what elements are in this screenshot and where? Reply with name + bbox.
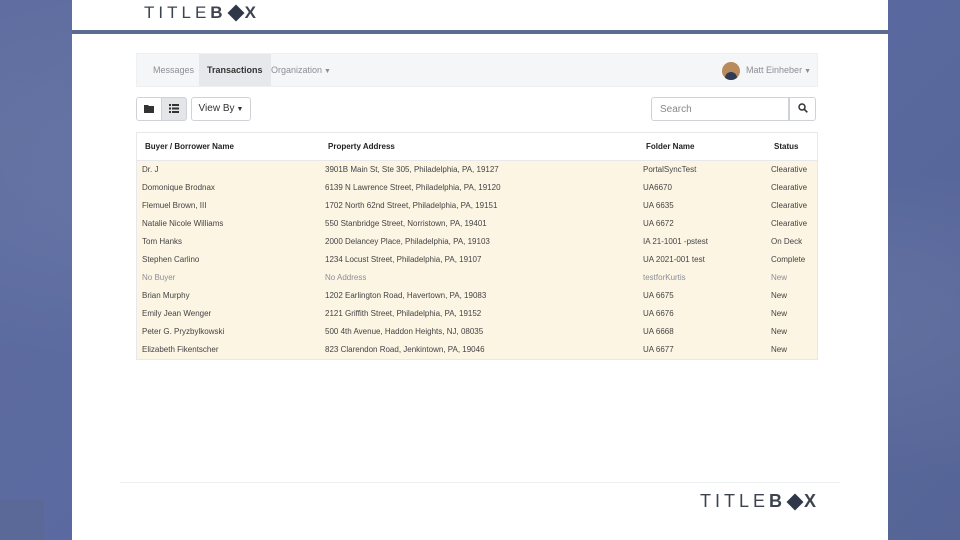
cell-name: Peter G. Pryzbylkowski bbox=[142, 327, 225, 336]
cell-name: Flemuel Brown, III bbox=[142, 201, 207, 210]
cell-status: Clearative bbox=[771, 219, 808, 228]
logo-text-prefix: TITLE bbox=[699, 491, 769, 511]
cell-status: Clearative bbox=[771, 165, 808, 175]
cell-folder: IA 21-1001 -pstest bbox=[643, 237, 708, 246]
cell-status: Clearative bbox=[771, 201, 808, 210]
table-row[interactable]: Natalie Nicole Williams 550 Stanbridge St… bbox=[137, 214, 817, 233]
cell-name: Domonique Brodnax bbox=[142, 183, 215, 192]
cell-name: Tom Hanks bbox=[142, 237, 183, 246]
nav-organization-label: Organization bbox=[271, 65, 323, 75]
footer-divider bbox=[120, 482, 840, 483]
main-navbar: Messages Transactions Organization ▼ Matt… bbox=[136, 53, 818, 87]
cell-folder: UA 6677 bbox=[643, 345, 674, 354]
cell-address: 1202 Earlington Road, Havertown, PA, 190… bbox=[325, 291, 487, 300]
caret-down-icon: ▼ bbox=[804, 68, 811, 75]
cell-status: New bbox=[771, 291, 788, 300]
titlebox-footer-logo: TITLEB X bbox=[700, 491, 820, 512]
cell-address: 550 Stanbridge Street, Norristown, PA, 1… bbox=[325, 219, 487, 228]
cell-folder: UA 6672 bbox=[643, 219, 674, 228]
list-toolbar: View By ▼ bbox=[136, 97, 816, 121]
nav-organization[interactable]: Organization ▼ bbox=[271, 54, 331, 86]
top-bar: TITLEB X bbox=[72, 0, 888, 34]
list-view-button[interactable] bbox=[161, 97, 187, 121]
cell-address: 6139 N Lawrence Street, Philadelphia, PA… bbox=[325, 183, 501, 192]
cell-address: 823 Clarendon Road, Jenkintown, PA, 1904… bbox=[325, 345, 485, 354]
column-header-address[interactable]: Property Address bbox=[320, 133, 638, 161]
table-row[interactable]: Elizabeth Fikentscher 823 Clarendon Road,… bbox=[137, 340, 817, 359]
column-header-status[interactable]: Status bbox=[766, 133, 817, 161]
view-by-label: View By bbox=[198, 103, 235, 114]
cell-address: 2121 Griffith Street, Philadelphia, PA, … bbox=[325, 309, 482, 318]
cell-status: Clearative bbox=[771, 183, 808, 192]
cell-folder: UA6670 bbox=[643, 183, 672, 192]
user-name: Matt Einheber bbox=[746, 65, 803, 75]
cell-folder: UA 2021-001 test bbox=[643, 255, 705, 264]
list-icon bbox=[169, 103, 179, 113]
cell-name: Elizabeth Fikentscher bbox=[142, 345, 219, 354]
cell-status: New bbox=[771, 327, 788, 336]
table-header-row: Buyer / Borrower Name Property Address F… bbox=[137, 133, 817, 161]
cell-name: No Buyer bbox=[142, 273, 176, 282]
cell-folder: testforKurtis bbox=[643, 273, 686, 282]
table-row[interactable]: No Buyer No Address testforKurtis New bbox=[137, 268, 817, 287]
table-row[interactable]: Tom Hanks 2000 Delancey Place, Philadelph… bbox=[137, 232, 817, 251]
caret-down-icon: ▼ bbox=[236, 106, 244, 113]
cell-address: 3901B Main St, Ste 305, Philadelphia, PA… bbox=[325, 165, 499, 175]
cell-folder: PortalSyncTest bbox=[643, 165, 697, 175]
search-button[interactable] bbox=[789, 97, 816, 121]
cell-folder: UA 6675 bbox=[643, 291, 674, 300]
titlebox-logo[interactable]: TITLEB X bbox=[144, 3, 260, 23]
cell-folder: UA 6676 bbox=[643, 309, 674, 318]
table-row[interactable]: Flemuel Brown, III 1702 North 62nd Street… bbox=[137, 196, 817, 215]
table-row[interactable]: Brian Murphy 1202 Earlington Road, Havert… bbox=[137, 286, 817, 305]
cube-icon bbox=[227, 4, 245, 22]
nav-transactions[interactable]: Transactions bbox=[199, 54, 271, 86]
cube-icon bbox=[786, 493, 804, 511]
cell-name: Emily Jean Wenger bbox=[142, 309, 212, 318]
cell-address: 500 4th Avenue, Haddon Heights, NJ, 0803… bbox=[325, 327, 484, 336]
folder-icon bbox=[144, 104, 154, 113]
logo-text-b: B bbox=[210, 3, 227, 22]
cell-address: 1702 North 62nd Street, Philadelphia, PA… bbox=[325, 201, 498, 210]
cell-address: 1234 Locust Street, Philadelphia, PA, 19… bbox=[325, 255, 482, 264]
logo-text-b: B bbox=[768, 491, 786, 511]
cell-status: On Deck bbox=[771, 237, 803, 246]
search-input[interactable] bbox=[651, 97, 789, 121]
view-by-dropdown[interactable]: View By ▼ bbox=[191, 97, 251, 121]
column-header-folder[interactable]: Folder Name bbox=[638, 133, 766, 161]
cell-folder: UA 6635 bbox=[643, 201, 674, 210]
user-menu[interactable]: Matt Einheber ▼ bbox=[722, 60, 811, 80]
table-row[interactable]: Peter G. Pryzbylkowski 500 4th Avenue, Ha… bbox=[137, 322, 817, 341]
cell-name: Stephen Carlino bbox=[142, 255, 200, 264]
table-row[interactable]: Emily Jean Wenger 2121 Griffith Street, P… bbox=[137, 304, 817, 323]
cell-name: Natalie Nicole Williams bbox=[142, 219, 224, 228]
caret-down-icon: ▼ bbox=[324, 68, 331, 75]
table-row[interactable]: Dr. J 3901B Main St, Ste 305, Philadelphi… bbox=[137, 160, 817, 179]
app-window: TITLEB X Messages Transactions Organizati… bbox=[72, 0, 888, 540]
cell-status: New bbox=[771, 309, 788, 318]
folder-view-button[interactable] bbox=[136, 97, 162, 121]
background-panel bbox=[0, 500, 44, 540]
logo-text-prefix: TITLE bbox=[144, 3, 211, 22]
logo-text-suffix: X bbox=[803, 491, 820, 511]
nav-messages[interactable]: Messages bbox=[153, 54, 194, 86]
logo-text-suffix: X bbox=[244, 3, 260, 22]
cell-address: No Address bbox=[325, 273, 367, 282]
avatar bbox=[722, 61, 741, 80]
search-icon bbox=[797, 103, 808, 114]
column-header-name[interactable]: Buyer / Borrower Name bbox=[137, 133, 320, 161]
cell-name: Brian Murphy bbox=[142, 291, 190, 300]
cell-address: 2000 Delancey Place, Philadelphia, PA, 1… bbox=[325, 237, 490, 246]
cell-status: Complete bbox=[771, 255, 806, 264]
cell-name: Dr. J bbox=[142, 165, 159, 175]
cell-status: New bbox=[771, 273, 788, 282]
transactions-table: Buyer / Borrower Name Property Address F… bbox=[136, 132, 818, 360]
cell-folder: UA 6668 bbox=[643, 327, 674, 336]
cell-status: New bbox=[771, 345, 788, 354]
table-row[interactable]: Domonique Brodnax 6139 N Lawrence Street,… bbox=[137, 178, 817, 197]
table-row[interactable]: Stephen Carlino 1234 Locust Street, Phila… bbox=[137, 250, 817, 269]
